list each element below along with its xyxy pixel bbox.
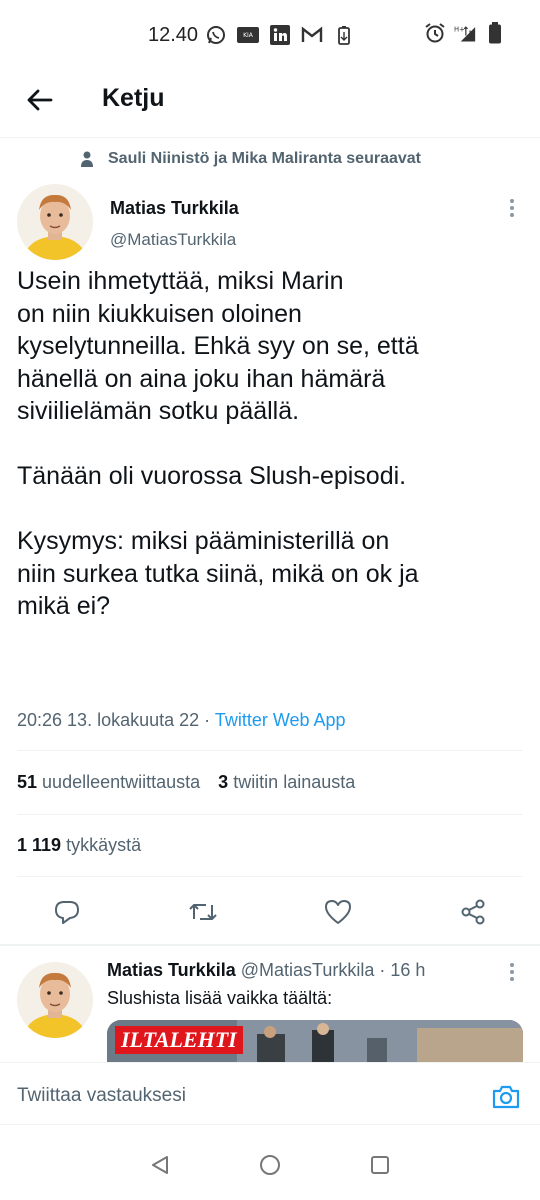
status-time: 12.40 [148,24,199,46]
app-header: Ketju [0,66,540,138]
social-context[interactable]: Sauli Niinistö ja Mika Maliranta seuraav… [80,150,421,168]
likes-stat[interactable]: 1 119 tykkäystä [17,835,141,856]
whatsapp-icon [205,24,227,46]
camera-icon[interactable] [490,1083,522,1111]
reply-input[interactable]: Twiittaa vastauksesi [17,1085,186,1107]
divider [17,814,523,815]
section-divider [0,944,540,946]
retweet-icon[interactable] [183,892,223,932]
likes-label: tykkäystä [66,835,142,855]
divider [17,876,523,877]
reply-author-name[interactable]: Matias Turkkila [107,960,236,980]
tweet-text: Usein ihmetyttää, miksi Marin on niin ki… [17,267,419,620]
tweet-meta: 20:26 13. lokakuuta 22 · Twitter Web App [17,710,346,731]
kia-connect-icon: KIA [237,24,259,46]
reply-avatar[interactable] [17,962,93,1038]
retweets-label: uudelleentwiittausta [42,772,201,792]
reply-icon[interactable] [47,892,87,932]
battery-icon [484,22,506,44]
back-arrow-icon[interactable] [22,82,58,118]
svg-text:H+: H+ [454,25,465,33]
reply-header[interactable]: Matias Turkkila @MatiasTurkkila · 16 h [107,960,507,981]
avatar[interactable] [17,184,93,260]
quotes-count: 3 [218,772,229,792]
tweet-actions [0,892,540,932]
tweet-timestamp[interactable]: 20:26 13. lokakuuta 22 [17,710,199,730]
likes-count: 1 119 [17,835,62,855]
battery-saver-icon [333,24,355,46]
linkedin-icon [269,24,291,46]
author-name[interactable]: Matias Turkkila [110,198,239,219]
svg-text:KIA: KIA [243,32,254,39]
reply-author-handle[interactable]: @MatiasTurkkila [241,960,375,980]
retweet-quote-stats: 51 uudelleentwiittausta 3 twiitin lainau… [17,772,355,793]
retweets-count: 51 [17,772,38,792]
card-publisher-logo: ILTALEHTI [115,1026,243,1054]
meta-separator: · [199,710,215,730]
gmail-icon [301,24,323,46]
page-title: Ketju [102,84,165,112]
tweet-source-link[interactable]: Twitter Web App [215,710,346,730]
divider [17,750,523,751]
reply-text: Slushista lisää vaikka täältä: [107,988,333,1008]
quotes-label: twiitin lainausta [233,772,356,792]
nav-recents-icon[interactable] [368,1153,392,1177]
reply-compose-bar: Twiittaa vastauksesi [0,1062,540,1124]
person-icon [81,151,93,167]
network-h-plus-icon: H+ [454,22,476,44]
link-card[interactable]: ILTALEHTI [107,1020,523,1062]
nav-back-icon[interactable] [148,1153,172,1177]
alarm-icon [424,22,446,44]
social-context-text: Sauli Niinistö ja Mika Maliranta seuraav… [108,150,421,167]
more-options-icon[interactable] [500,196,524,220]
retweets-stat[interactable]: 51 uudelleentwiittausta [17,772,200,793]
system-nav-bar [0,1124,540,1200]
like-heart-icon[interactable] [318,892,358,932]
reply-time: · 16 h [379,960,426,980]
nav-home-icon[interactable] [258,1153,282,1177]
author-handle[interactable]: @MatiasTurkkila [110,230,236,250]
reply-more-options-icon[interactable] [500,960,524,984]
status-bar: 12.40 KIA H+ [0,0,540,66]
share-icon[interactable] [453,892,493,932]
quotes-stat[interactable]: 3 twiitin lainausta [218,772,355,793]
